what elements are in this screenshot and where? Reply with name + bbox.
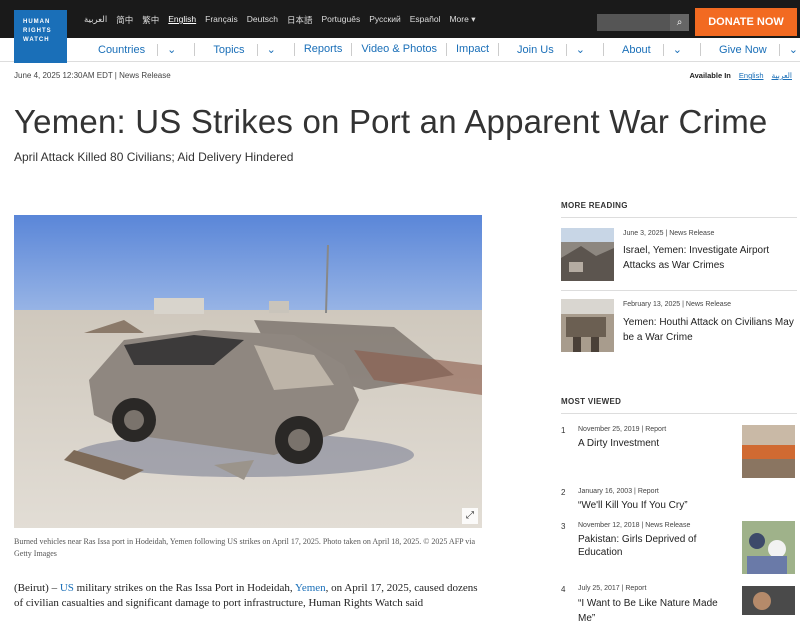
language-switcher: العربية 简中 繁中 English Français Deutsch 日… xyxy=(84,14,476,26)
item-date: February 13, 2025 xyxy=(623,301,681,308)
item-type: News Release xyxy=(685,301,732,308)
main-nav: Countries ⌄ Topics ⌄ Reports Video & Pho… xyxy=(0,38,800,62)
nav-impact[interactable]: Impact xyxy=(446,43,498,56)
lang-spanish[interactable]: Español xyxy=(410,14,441,26)
most-viewed-thumb-1[interactable] xyxy=(742,425,795,478)
item-date: June 3, 2025 xyxy=(623,230,664,237)
item-type: Report xyxy=(645,426,667,433)
most-viewed-title-1[interactable]: A Dirty Investment xyxy=(578,436,728,451)
available-arabic-link[interactable]: العربية xyxy=(772,71,793,80)
more-reading-thumb-1[interactable] xyxy=(561,228,614,281)
most-viewed-title-4[interactable]: “I Want to Be Like Nature Made Me” xyxy=(578,596,728,626)
nav-video-photos[interactable]: Video & Photos xyxy=(351,43,446,56)
lang-traditional-chinese[interactable]: 繁中 xyxy=(142,14,159,26)
lang-arabic[interactable]: العربية xyxy=(84,14,107,26)
article-title: Yemen: US Strikes on Port an Apparent Wa… xyxy=(14,103,768,140)
rank-number: 1 xyxy=(561,426,566,435)
lang-more-dropdown[interactable]: More ▾ xyxy=(449,14,475,26)
nav-give-now[interactable]: Give Now ⌄ xyxy=(700,43,800,56)
yemen-link[interactable]: Yemen xyxy=(295,582,326,594)
more-reading-thumb-2[interactable] xyxy=(561,299,614,352)
item-type: News Release xyxy=(669,230,715,237)
most-viewed-title-3[interactable]: Pakistan: Girls Deprived of Education xyxy=(578,533,728,559)
logo-line: RIGHTS xyxy=(23,28,52,34)
nav-label: Join Us xyxy=(517,44,554,56)
nav-reports[interactable]: Reports xyxy=(293,43,352,56)
most-viewed-date-2: January 16, 2003 | Report xyxy=(578,488,659,495)
search-icon: ⌕ xyxy=(676,17,683,28)
donate-button[interactable]: DONATE NOW xyxy=(695,8,797,36)
hrw-logo[interactable]: HUMAN RIGHTS WATCH xyxy=(14,10,67,63)
rank-number: 4 xyxy=(561,585,566,594)
more-reading-title-2[interactable]: Yemen: Houthi Attack on Civilians May be… xyxy=(623,315,795,345)
lang-french[interactable]: Français xyxy=(205,14,238,26)
article-meta: June 4, 2025 12:30AM EDT | News Release xyxy=(14,71,171,80)
most-viewed-thumb-3[interactable] xyxy=(742,521,795,574)
rank-number: 2 xyxy=(561,488,566,497)
most-viewed-date-4: July 25, 2017 | Report xyxy=(578,585,647,592)
most-viewed-thumb-4[interactable] xyxy=(742,586,795,615)
body-text: (Beirut) – xyxy=(14,582,60,594)
lang-japanese[interactable]: 日本語 xyxy=(287,14,313,26)
us-link[interactable]: US xyxy=(60,582,74,594)
nav-join-us[interactable]: Join Us ⌄ xyxy=(498,43,603,56)
item-type: News Release xyxy=(645,522,691,529)
most-viewed-title-2[interactable]: “We'll Kill You If You Cry” xyxy=(578,498,728,513)
nav-label: Give Now xyxy=(719,44,767,56)
item-type: Report xyxy=(637,488,659,495)
lang-russian[interactable]: Русский xyxy=(369,14,401,26)
nav-topics[interactable]: Topics ⌄ xyxy=(194,43,293,56)
available-english-link[interactable]: English xyxy=(739,71,764,80)
item-date: November 12, 2018 xyxy=(578,522,640,529)
most-viewed-date-1: November 25, 2019 | Report xyxy=(578,426,667,433)
nav-label: About xyxy=(621,44,651,56)
nav-label: Countries xyxy=(98,44,146,56)
hero-photo: ⤢ xyxy=(14,215,482,528)
item-date: July 25, 2017 xyxy=(578,585,620,592)
chevron-down-icon: ⌄ xyxy=(565,44,594,56)
chevron-down-icon: ⌄ xyxy=(157,44,186,56)
lang-german[interactable]: Deutsch xyxy=(247,14,278,26)
logo-line: WATCH xyxy=(23,37,50,43)
more-reading-heading: MORE READING xyxy=(561,201,628,210)
item-date: January 16, 2003 xyxy=(578,488,633,495)
rank-number: 3 xyxy=(561,522,566,531)
more-reading-date-2: February 13, 2025 | News Release xyxy=(623,301,732,308)
more-reading-date-1: June 3, 2025 | News Release xyxy=(623,230,715,237)
chevron-down-icon: ⌄ xyxy=(778,44,800,56)
lang-english[interactable]: English xyxy=(168,14,196,26)
more-reading-title-1[interactable]: Israel, Yemen: Investigate Airport Attac… xyxy=(623,243,795,273)
divider xyxy=(561,217,797,218)
lang-portuguese[interactable]: Português xyxy=(321,14,360,26)
item-date: November 25, 2019 xyxy=(578,426,640,433)
divider xyxy=(561,413,797,414)
most-viewed-date-3: November 12, 2018 | News Release xyxy=(578,522,691,529)
search-button[interactable]: ⌕ xyxy=(670,14,689,31)
item-type: Report xyxy=(625,585,647,592)
nav-about[interactable]: About ⌄ xyxy=(602,43,700,56)
caret-down-icon: ▾ xyxy=(471,14,476,24)
divider xyxy=(561,290,797,291)
nav-label: Topics xyxy=(213,44,245,56)
nav-countries[interactable]: Countries ⌄ xyxy=(80,43,194,56)
lang-simplified-chinese[interactable]: 简中 xyxy=(116,14,133,26)
expand-icon[interactable]: ⤢ xyxy=(462,508,478,524)
article-subtitle: April Attack Killed 80 Civilians; Aid De… xyxy=(14,150,294,164)
lang-more-label: More xyxy=(449,14,469,24)
article-body: (Beirut) – US military strikes on the Ra… xyxy=(14,581,484,611)
logo-line: HUMAN xyxy=(23,19,51,25)
photo-caption: Burned vehicles near Ras Issa port in Ho… xyxy=(14,537,476,558)
available-in-label: Available In xyxy=(689,71,731,80)
chevron-down-icon: ⌄ xyxy=(256,44,285,56)
most-viewed-heading: MOST VIEWED xyxy=(561,397,622,406)
available-in: Available In English العربية xyxy=(689,71,792,80)
chevron-down-icon: ⌄ xyxy=(662,44,692,56)
body-text: military strikes on the Ras Issa Port in… xyxy=(73,582,295,594)
